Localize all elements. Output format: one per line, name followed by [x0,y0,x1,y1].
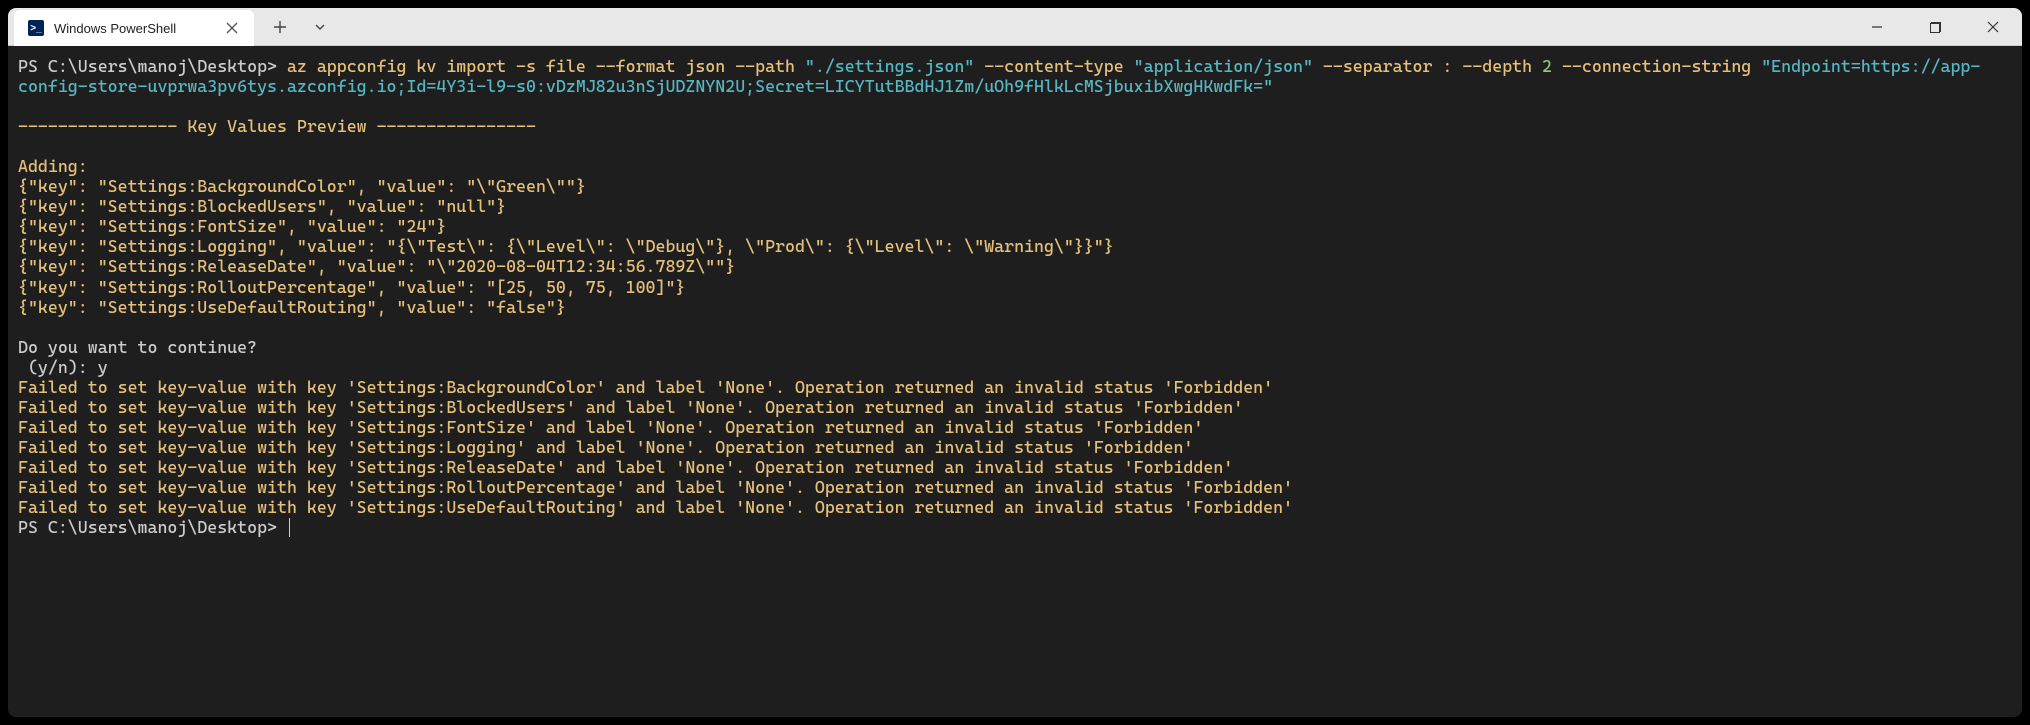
minimize-button[interactable] [1848,8,1906,46]
tab-actions [254,8,338,45]
error-line: Failed to set key-value with key 'Settin… [18,377,1273,397]
close-icon [226,22,238,34]
terminal-content[interactable]: PS C:\Users\manoj\Desktop> az appconfig … [8,46,2022,717]
tab-powershell[interactable]: >_ Windows PowerShell [14,10,254,46]
cursor [289,518,290,537]
command-text: --separator : --depth [1313,56,1542,76]
powershell-icon: >_ [28,20,44,36]
kv-line: {"key": "Settings:FontSize", "value": "2… [18,216,446,236]
terminal-window: >_ Windows PowerShell [8,8,2022,717]
prompt-line: PS C:\Users\manoj\Desktop> [18,56,277,76]
plus-icon [273,20,287,34]
window-controls [1848,8,2022,45]
window-close-button[interactable] [1964,8,2022,46]
command-text: --connection-string [1552,56,1761,76]
new-tab-button[interactable] [262,9,298,45]
error-line: Failed to set key-value with key 'Settin… [18,437,1193,457]
tab-dropdown-button[interactable] [302,9,338,45]
command-string: "application/json" [1134,56,1313,76]
tab-close-button[interactable] [224,20,240,36]
titlebar[interactable]: >_ Windows PowerShell [8,8,2022,46]
tab-title: Windows PowerShell [54,21,176,36]
kv-line: {"key": "Settings:Logging", "value": "{\… [18,236,1114,256]
error-line: Failed to set key-value with key 'Settin… [18,457,1233,477]
error-line: Failed to set key-value with key 'Settin… [18,417,1203,437]
kv-line: {"key": "Settings:ReleaseDate", "value":… [18,256,735,276]
command-string: "./settings.json" [805,56,974,76]
close-icon [1987,21,1999,33]
kv-line: {"key": "Settings:BackgroundColor", "val… [18,176,586,196]
error-line: Failed to set key-value with key 'Settin… [18,477,1293,497]
minimize-icon [1871,21,1883,33]
chevron-down-icon [314,21,326,33]
kv-line: {"key": "Settings:BlockedUsers", "value"… [18,196,506,216]
command-text: --content-type [974,56,1133,76]
adding-label: Adding: [18,156,88,176]
kv-line: {"key": "Settings:UseDefaultRouting", "v… [18,297,566,317]
restore-button[interactable] [1906,8,1964,46]
kv-line: {"key": "Settings:RolloutPercentage", "v… [18,277,685,297]
section-header: ---------------- Key Values Preview ----… [18,116,536,136]
command-text: az appconfig kv import -s file --format … [277,56,805,76]
restore-icon [1930,22,1941,33]
command-number: 2 [1542,56,1552,76]
error-line: Failed to set key-value with key 'Settin… [18,397,1243,417]
error-line: Failed to set key-value with key 'Settin… [18,497,1293,517]
continue-question: Do you want to continue? [18,337,257,357]
continue-answer: (y/n): y [18,357,108,377]
prompt-line: PS C:\Users\manoj\Desktop> [18,517,277,537]
